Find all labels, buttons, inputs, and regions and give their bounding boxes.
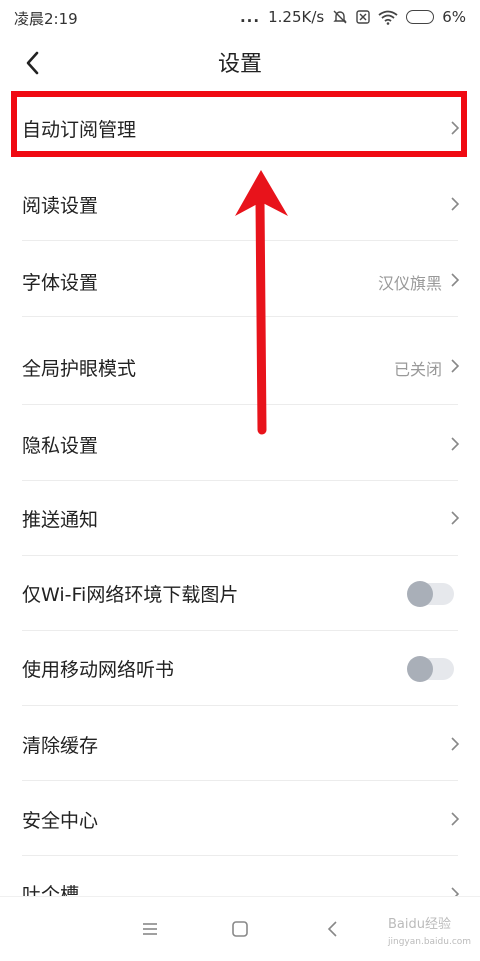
setting-label: 阅读设置 (22, 195, 99, 217)
chevron-right-icon (451, 273, 460, 287)
chevron-right-icon (451, 197, 460, 211)
up-arrow-icon (235, 170, 288, 435)
setting-label: 隐私设置 (22, 435, 99, 457)
setting-label: 安全中心 (22, 810, 99, 832)
setting-label: 字体设置 (22, 272, 99, 294)
system-nav-bar: Baidu经验 jingyan.baidu.com (0, 896, 480, 961)
setting-value: 汉仪旗黑 (377, 274, 442, 293)
network-speed: 1.25K/s (268, 8, 325, 26)
highlight-box (11, 91, 467, 157)
chevron-right-icon (451, 812, 460, 826)
home-square-icon[interactable] (228, 917, 252, 941)
battery-icon (406, 10, 435, 24)
status-time: 凌晨2:19 (14, 10, 78, 28)
mute-bell-icon (333, 10, 347, 24)
chevron-right-icon (451, 359, 460, 373)
back-triangle-icon[interactable] (320, 917, 344, 941)
setting-feedback[interactable]: 吐个槽 (0, 856, 480, 896)
setting-label: 全局护眼模式 (22, 358, 137, 380)
toggle-knob (407, 656, 433, 682)
header: 设置 (0, 34, 480, 90)
setting-label: 吐个槽 (22, 884, 80, 896)
setting-mobile-listen: 使用移动网络听书 (0, 631, 480, 705)
setting-label: 清除缓存 (22, 735, 99, 757)
page-title: 设置 (217, 52, 262, 77)
setting-label: 推送通知 (22, 509, 99, 531)
toggle-knob (407, 581, 433, 607)
setting-wifi-images: 仅Wi-Fi网络环境下载图片 (0, 556, 480, 630)
wifi-icon (378, 10, 398, 25)
status-icons: ... 1.25K/s 6% (240, 8, 466, 26)
setting-label: 使用移动网络听书 (22, 659, 175, 681)
status-dots: ... (239, 8, 261, 26)
watermark-brand: Baidu经验 (388, 917, 451, 932)
setting-security[interactable]: 安全中心 (0, 781, 480, 855)
watermark-url: jingyan.baidu.com (388, 937, 472, 947)
wifi-images-toggle[interactable] (407, 581, 454, 607)
setting-label: 仅Wi-Fi网络环境下载图片 (22, 584, 239, 606)
chevron-right-icon (451, 437, 460, 451)
mobile-listen-toggle[interactable] (407, 656, 454, 682)
sim-off-icon (356, 10, 370, 24)
chevron-right-icon (451, 737, 460, 751)
setting-value: 已关闭 (393, 360, 442, 379)
setting-clear-cache[interactable]: 清除缓存 (0, 706, 480, 780)
menu-icon[interactable] (138, 917, 162, 941)
setting-push[interactable]: 推送通知 (0, 481, 480, 555)
chevron-right-icon (451, 887, 460, 896)
chevron-right-icon (451, 511, 460, 525)
status-bar: 凌晨2:19 ... 1.25K/s 6% (0, 0, 480, 34)
watermark: Baidu经验 jingyan.baidu.com (388, 909, 471, 953)
battery-percent: 6% (442, 8, 466, 26)
